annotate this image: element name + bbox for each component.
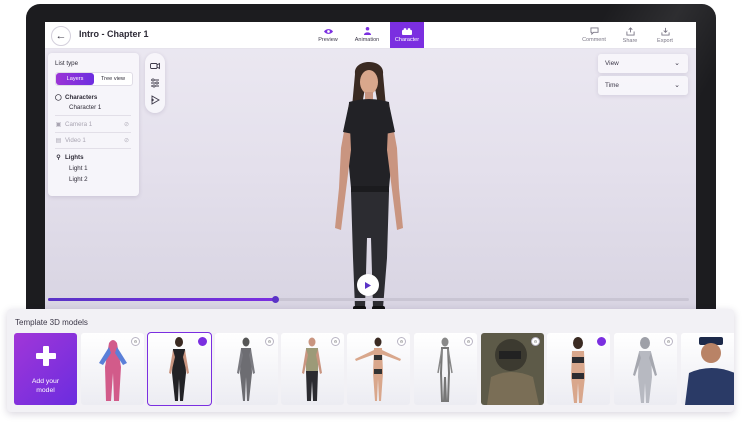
tab-character-label: Character (394, 36, 420, 43)
chevron-down-icon: ⌄ (674, 82, 680, 89)
video-label: Video 1 (65, 137, 86, 144)
time-dropdown-label: Time (605, 82, 619, 89)
template-model-card[interactable] (681, 333, 734, 405)
segment-tree-view[interactable]: Tree view (94, 73, 132, 85)
template-models-tray: Template 3D models Add your model ⚙ ⚙ ⚙ … (7, 309, 734, 412)
characters-label: Characters (65, 94, 98, 101)
eye-icon (323, 28, 333, 34)
share-button[interactable]: Share (615, 22, 645, 48)
chevron-down-icon: ⌄ (674, 60, 680, 67)
template-model-card[interactable]: ⚙ (215, 333, 278, 405)
template-model-card[interactable]: ⚙ (614, 333, 677, 405)
plus-icon (36, 346, 56, 366)
comment-icon (590, 27, 598, 35)
download-icon (660, 27, 670, 36)
play-settings-icon[interactable] (150, 95, 160, 105)
tab-animation-label: Animation (354, 37, 380, 43)
template-model-card[interactable]: ⚙ (481, 333, 544, 405)
person-icon: ◯ (55, 94, 62, 101)
character-icon (402, 27, 412, 35)
comment-label: Comment (582, 37, 606, 43)
layer-item-character-1[interactable]: Character 1 (69, 104, 101, 111)
gear-icon: ⚙ (397, 337, 406, 346)
time-dropdown[interactable]: Time ⌄ (598, 76, 688, 95)
tab-character[interactable]: Character (390, 22, 424, 48)
segment-layers[interactable]: Layers (56, 73, 94, 85)
page-title: Intro - Chapter 1 (79, 29, 149, 39)
gear-icon: ⚙ (331, 337, 340, 346)
gear-icon: ⚙ (265, 337, 274, 346)
app-screen: ← Intro - Chapter 1 Preview Animation Ch… (45, 22, 696, 312)
timeline-handle[interactable] (272, 296, 280, 303)
layer-item-light-1[interactable]: Light 1 (69, 165, 88, 172)
view-dropdown-label: View (605, 60, 619, 67)
eye-off-icon[interactable]: ⊘ (124, 137, 129, 144)
sliders-icon[interactable] (150, 78, 160, 88)
tab-preview[interactable]: Preview (311, 22, 345, 48)
video-layer[interactable]: ▤ Video 1 (55, 137, 86, 144)
arrow-left-icon: ← (55, 30, 67, 42)
camera-add-icon[interactable] (150, 61, 160, 71)
template-model-card[interactable]: ⚙ (281, 333, 344, 405)
template-model-card[interactable] (147, 332, 212, 406)
template-model-card[interactable]: ⚙ (347, 333, 410, 405)
person-run-icon (363, 27, 371, 35)
view-dropdown[interactable]: View ⌄ (598, 54, 688, 73)
layers-panel: List type Layers Tree view ◯ Characters C… (48, 53, 139, 196)
lights-group[interactable]: ⚲ Lights (55, 154, 84, 161)
gear-icon: ⚙ (531, 337, 540, 346)
play-button[interactable] (357, 274, 379, 296)
camera-label: Camera 1 (65, 121, 93, 128)
characters-group[interactable]: ◯ Characters (55, 94, 97, 101)
film-icon: ▤ (55, 137, 62, 144)
back-button[interactable]: ← (51, 26, 71, 46)
eye-off-icon[interactable]: ⊘ (124, 121, 129, 128)
top-bar: ← Intro - Chapter 1 Preview Animation Ch… (45, 22, 696, 49)
tab-preview-label: Preview (318, 36, 338, 43)
viewport-tools (145, 53, 165, 113)
camera-icon: ▣ (55, 121, 62, 128)
tab-animation[interactable]: Animation (350, 22, 384, 48)
layer-item-light-2[interactable]: Light 2 (69, 176, 88, 183)
list-type-segment: Layers Tree view (55, 72, 133, 86)
gear-icon: ⚙ (131, 337, 140, 346)
play-icon (365, 281, 371, 289)
comment-button[interactable]: Comment (579, 22, 609, 48)
gear-icon: ⚙ (464, 337, 473, 346)
share-icon (625, 26, 635, 36)
export-label: Export (657, 37, 673, 44)
timeline-progress (48, 298, 276, 301)
list-type-title: List type (55, 60, 79, 67)
camera-layer[interactable]: ▣ Camera 1 (55, 121, 93, 128)
timeline-scrubber[interactable] (48, 296, 689, 303)
template-model-card[interactable]: ⚙ (414, 333, 477, 405)
gear-icon (597, 337, 606, 346)
share-label: Share (622, 37, 638, 44)
template-model-card[interactable]: ⚙ (81, 333, 144, 405)
export-button[interactable]: Export (650, 22, 680, 48)
add-model-label-line1: Add your (31, 378, 60, 385)
add-your-model-button[interactable]: Add your model (14, 333, 77, 405)
location-pin-icon: ⚲ (56, 154, 61, 161)
template-models-title: Template 3D models (15, 318, 88, 327)
add-model-label-line2: model (36, 387, 55, 394)
lights-label: Lights (65, 154, 84, 161)
template-model-card[interactable] (547, 333, 610, 405)
gear-icon (198, 337, 207, 346)
gear-icon: ⚙ (664, 337, 673, 346)
